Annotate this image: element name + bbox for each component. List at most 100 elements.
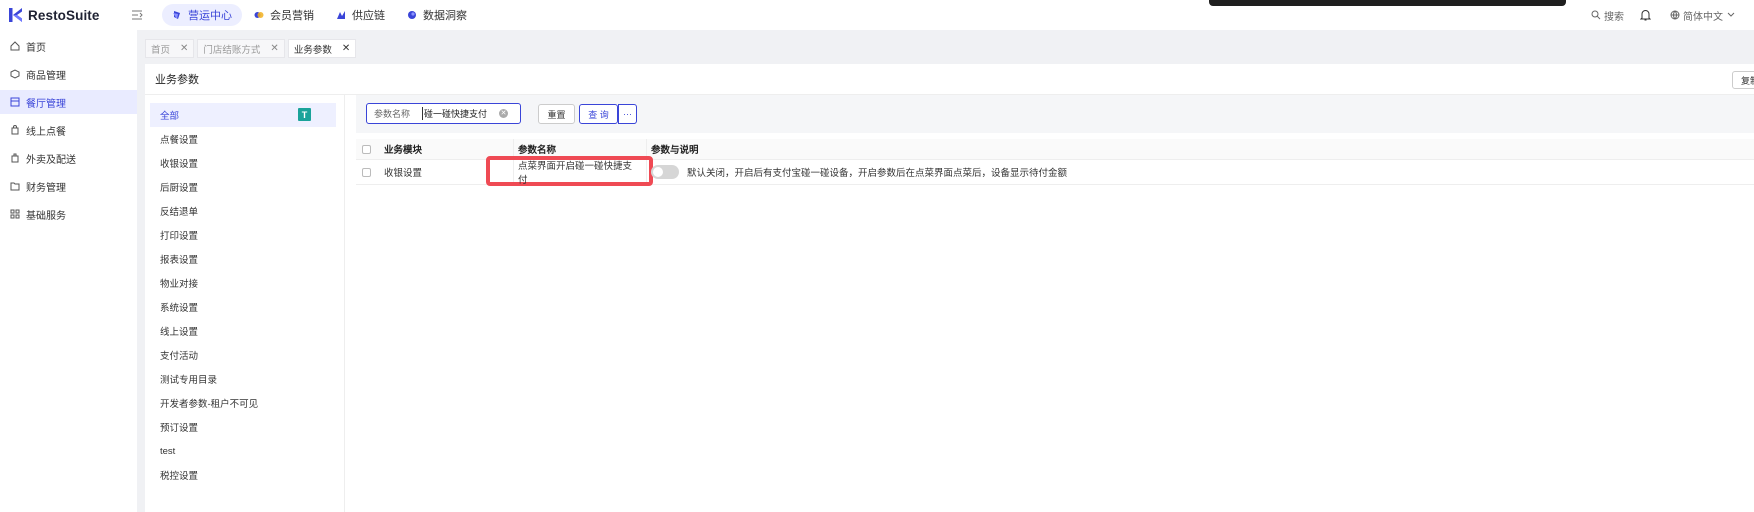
top-navigation: 营运中心 会员营销 供应链 数据洞察 xyxy=(162,4,479,26)
category-item[interactable]: 点餐设置 xyxy=(145,127,344,151)
notifications[interactable] xyxy=(1640,9,1654,21)
box-icon xyxy=(10,69,20,79)
sidebar: 首页 商品管理 餐厅管理 线上点餐 外卖及配送 财务管理 基础服务 xyxy=(0,30,137,512)
row-param-name-cell: 点菜界面开启碰一碰快捷支付 xyxy=(486,156,653,186)
logo[interactable]: RestoSuite xyxy=(0,7,130,23)
copy-button[interactable]: 复制 xyxy=(1732,71,1754,89)
category-label: 税控设置 xyxy=(160,471,199,482)
sidebar-item-finance[interactable]: 财务管理 xyxy=(0,174,137,198)
tab-checkout-methods[interactable]: 门店结账方式 ✕ xyxy=(197,39,285,58)
category-item[interactable]: 物业对接 xyxy=(145,271,344,295)
category-label: 打印设置 xyxy=(160,231,199,242)
close-icon[interactable]: ✕ xyxy=(342,43,350,54)
page-title-text: 业务参数 xyxy=(155,74,199,86)
sidebar-item-delivery[interactable]: 外卖及配送 xyxy=(0,146,137,170)
category-item[interactable]: 预订设置 xyxy=(145,415,344,439)
global-search[interactable]: 搜索 xyxy=(1591,8,1624,23)
category-item[interactable]: 测试专用目录 xyxy=(145,367,344,391)
menu-collapse-icon[interactable] xyxy=(130,8,144,22)
category-label: 反结退单 xyxy=(160,207,199,218)
overlay-bar xyxy=(1209,0,1566,6)
clear-icon[interactable]: ✕ xyxy=(499,109,508,118)
table-row: 收银设置 点菜界面开启碰一碰快捷支付 默认关闭，开启后有支付宝碰一碰设备，开启参… xyxy=(356,156,1754,186)
globe-icon xyxy=(1670,10,1680,20)
row-checkbox[interactable] xyxy=(362,167,371,177)
language-label: 简体中文 xyxy=(1683,11,1723,23)
category-label: 点餐设置 xyxy=(160,135,199,146)
sidebar-item-label: 商品管理 xyxy=(26,70,66,82)
close-icon[interactable]: ✕ xyxy=(180,43,188,54)
category-list: 全部 T 点餐设置 收银设置 后厨设置 反结退单 打印设置 报表设置 物业对接 … xyxy=(145,95,345,512)
membership-icon xyxy=(254,12,264,18)
tab-business-params[interactable]: 业务参数 ✕ xyxy=(287,39,357,58)
sidebar-item-restaurant[interactable]: 餐厅管理 xyxy=(0,90,137,114)
bag-icon xyxy=(11,125,19,135)
param-name-search-input[interactable]: 参数名称 碰一碰快捷支付 ✕ xyxy=(366,103,521,124)
home-icon xyxy=(10,41,20,51)
supply-chain-icon xyxy=(337,11,345,19)
chevron-down-icon xyxy=(1727,12,1735,17)
more-button[interactable]: ··· xyxy=(618,104,637,124)
category-item[interactable]: 支付活动 xyxy=(145,343,344,367)
row-description-cell: 默认关闭，开启后有支付宝碰一碰设备，开启参数后在点菜界面点菜后，设备显示待付金额 xyxy=(647,165,1754,179)
app-name: RestoSuite xyxy=(28,7,100,23)
category-item[interactable]: 税控设置 xyxy=(145,463,344,487)
restosuite-logo-icon xyxy=(9,8,22,22)
category-label: 系统设置 xyxy=(160,303,199,314)
category-label: 开发者参数-租户不可见 xyxy=(160,399,259,410)
category-item[interactable]: 系统设置 xyxy=(145,295,344,319)
category-label: 报表设置 xyxy=(160,255,199,266)
category-item[interactable]: 开发者参数-租户不可见 xyxy=(145,391,344,415)
topnav-supply-chain[interactable]: 供应链 xyxy=(326,4,395,26)
sidebar-item-home[interactable]: 首页 xyxy=(0,34,137,58)
category-item[interactable]: 线上设置 xyxy=(145,319,344,343)
category-label: 收银设置 xyxy=(160,159,199,170)
sidebar-item-online-order[interactable]: 线上点餐 xyxy=(0,118,137,142)
topnav-data-insights[interactable]: 数据洞察 xyxy=(397,4,477,26)
category-item[interactable]: 打印设置 xyxy=(145,223,344,247)
category-label: test xyxy=(160,445,176,457)
category-label: 预订设置 xyxy=(160,423,199,434)
filter-bar: 参数名称 碰一碰快捷支付 ✕ 重置 查 询 ··· xyxy=(356,95,1754,133)
close-icon[interactable]: ✕ xyxy=(270,43,278,54)
search-field-value[interactable]: 碰一碰快捷支付 xyxy=(422,107,487,120)
language-selector[interactable]: 简体中文 xyxy=(1670,8,1738,23)
sidebar-item-products[interactable]: 商品管理 xyxy=(0,62,137,86)
sidebar-item-label: 财务管理 xyxy=(26,182,66,194)
operations-icon xyxy=(173,11,180,19)
top-right-tools: 搜索 简体中文 xyxy=(1591,0,1754,30)
category-item[interactable]: test xyxy=(145,439,344,463)
sidebar-item-label: 线上点餐 xyxy=(26,126,66,138)
sidebar-item-label: 外卖及配送 xyxy=(26,154,76,166)
category-item[interactable]: 后厨设置 xyxy=(145,175,344,199)
category-item[interactable]: 报表设置 xyxy=(145,247,344,271)
topnav-membership[interactable]: 会员营销 xyxy=(244,4,324,26)
reset-button[interactable]: 重置 xyxy=(538,104,575,124)
content-area: 参数名称 碰一碰快捷支付 ✕ 重置 查 询 ··· 业务模块 参数名称 参数与说… xyxy=(346,95,1754,512)
topnav-label: 数据洞察 xyxy=(423,10,467,22)
topnav-operations[interactable]: 营运中心 xyxy=(162,4,242,26)
param-toggle-switch[interactable] xyxy=(651,165,679,179)
category-label: 线上设置 xyxy=(160,327,199,338)
delivery-icon xyxy=(11,153,19,163)
tab-label: 门店结账方式 xyxy=(203,44,261,56)
category-label: 测试专用目录 xyxy=(160,375,218,386)
tab-label: 首页 xyxy=(151,44,171,56)
category-all[interactable]: 全部 T xyxy=(150,103,336,127)
topnav-label: 供应链 xyxy=(352,10,385,22)
category-item[interactable]: 收银设置 xyxy=(145,151,344,175)
search-icon xyxy=(1591,10,1601,20)
params-table: 业务模块 参数名称 参数与说明 收银设置 点菜界面开启碰一碰快捷支付 默认关闭，… xyxy=(356,139,1754,186)
category-item[interactable]: 反结退单 xyxy=(145,199,344,223)
sidebar-item-label: 餐厅管理 xyxy=(26,98,66,110)
select-all-checkbox[interactable] xyxy=(362,144,371,154)
topnav-label: 营运中心 xyxy=(188,10,232,22)
top-bar: RestoSuite 营运中心 会员营销 供应链 数据洞察 搜索 简体中文 xyxy=(0,0,1754,30)
sidebar-item-basic-services[interactable]: 基础服务 xyxy=(0,202,137,226)
sidebar-item-label: 首页 xyxy=(26,42,46,54)
search-field-label: 参数名称 xyxy=(374,109,411,119)
search-label: 搜索 xyxy=(1604,11,1624,23)
text-badge-icon[interactable]: T xyxy=(298,108,311,121)
tab-home[interactable]: 首页 ✕ xyxy=(145,39,195,58)
query-button[interactable]: 查 询 xyxy=(579,104,618,124)
